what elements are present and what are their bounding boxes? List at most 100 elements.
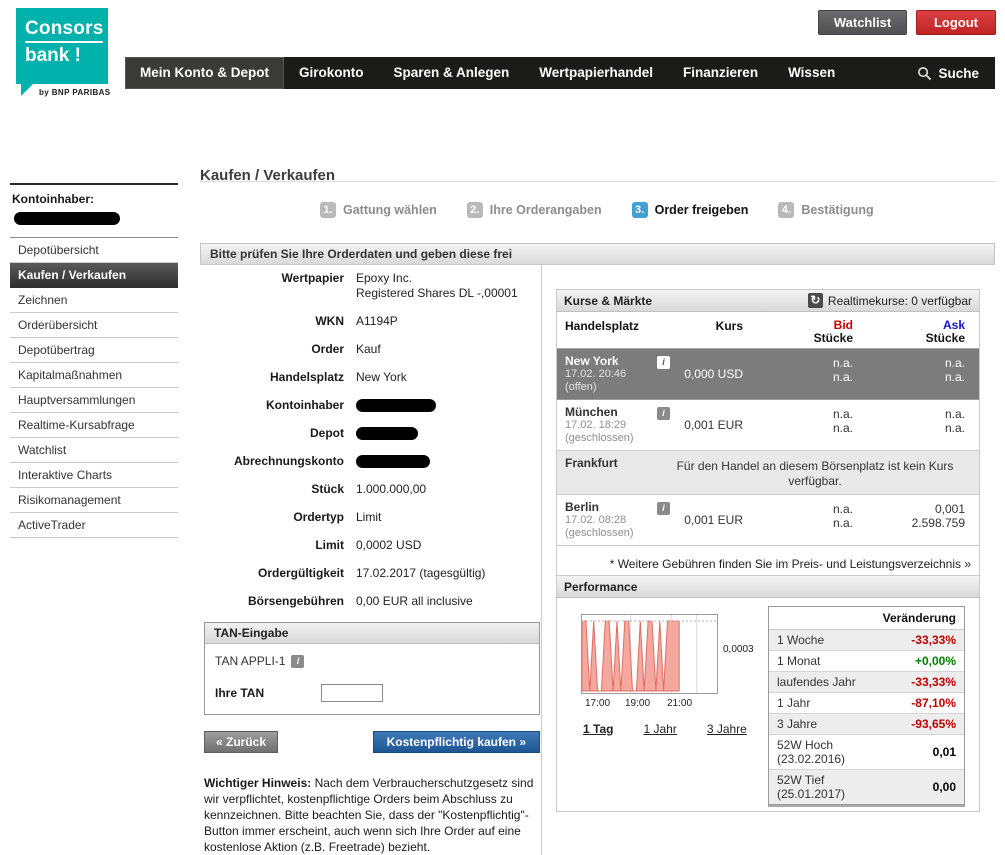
x-tick: 19:00 [625, 698, 650, 709]
nav-item-sparen-anlegen[interactable]: Sparen & Anlegen [378, 57, 524, 89]
field-label: WKN [204, 314, 356, 329]
step-1-label: Gattung wählen [343, 203, 437, 217]
title-divider [200, 181, 995, 182]
field-label: Depot [204, 426, 356, 441]
field-limit: Limit 0,0002 USD [204, 538, 540, 553]
perf-row-1-woche: 1 Woche -33,33% [769, 630, 964, 651]
notice-bold-lead: Wichtiger Hinweis: [204, 776, 311, 790]
important-notice: Wichtiger Hinweis: Nach dem Verbrauchers… [204, 775, 540, 855]
sidebar-item-kapitalmassnahmen[interactable]: Kapitalmaßnahmen [10, 363, 178, 388]
sidebar-item-depotuebersicht[interactable]: Depotübersicht [10, 238, 178, 263]
field-handelsplatz: Handelsplatz New York [204, 370, 540, 385]
tan-input[interactable] [321, 684, 383, 702]
quote-datetime: 17.02. 08:28 [565, 514, 657, 527]
section-header: Bitte prüfen Sie Ihre Orderdaten und geb… [200, 243, 995, 265]
perf-label: 52W Hoch [777, 738, 833, 752]
step-1-gattung-waehlen: 1. Gattung wählen [320, 202, 437, 218]
sidebar-item-watchlist[interactable]: Watchlist [10, 438, 178, 463]
quote-row-berlin[interactable]: Berlin 17.02. 08:28 (geschlossen) i 0,00… [557, 495, 979, 546]
quote-price: 0,000 USD [679, 367, 759, 381]
ask-stuecke-label: Stücke [926, 331, 965, 345]
quote-status: (offen) [565, 381, 657, 394]
quote-row-muenchen[interactable]: München 17.02. 18:29 (geschlossen) i 0,0… [557, 400, 979, 451]
perf-row-1-monat: 1 Monat +0,00% [769, 651, 964, 672]
info-icon[interactable]: i [657, 407, 670, 420]
ask-size: 2.598.759 [859, 516, 965, 530]
nav-item-girokonto[interactable]: Girokonto [284, 57, 379, 89]
step-3-number: 3. [632, 202, 648, 218]
info-icon[interactable]: i [657, 356, 670, 369]
performance-table: Veränderung 1 Woche -33,33% 1 Monat +0,0… [768, 606, 965, 805]
perf-value: -93,65% [911, 717, 956, 731]
quote-datetime: 17.02. 20:46 [565, 368, 657, 381]
performance-title: Performance [564, 580, 637, 594]
sidebar-item-hauptversammlungen[interactable]: Hauptversammlungen [10, 388, 178, 413]
quote-status: (geschlossen) [565, 527, 657, 540]
bid-size: n.a. [759, 421, 853, 435]
field-label: Ordergültigkeit [204, 566, 356, 581]
buy-with-costs-button[interactable]: Kostenpflichtig kaufen » [373, 731, 540, 753]
field-abrechnungskonto: Abrechnungskonto [204, 454, 540, 469]
bid-price: n.a. [759, 356, 853, 370]
nav-item-wertpapierhandel[interactable]: Wertpapierhandel [524, 57, 668, 89]
search-button[interactable]: Suche [917, 57, 995, 89]
bid-price: n.a. [759, 407, 853, 421]
ask-size: n.a. [859, 421, 965, 435]
period-1-jahr[interactable]: 1 Jahr [643, 722, 676, 736]
field-value: 0,00 EUR all inclusive [356, 594, 540, 609]
quote-row-new-york[interactable]: New York 17.02. 20:46 (offen) i 0,000 US… [557, 349, 979, 400]
quote-row-frankfurt[interactable]: Frankfurt Für den Handel an diesem Börse… [557, 451, 979, 495]
nav-item-wissen[interactable]: Wissen [773, 57, 850, 89]
logo-text-line2: bank ! [25, 45, 99, 67]
watchlist-button[interactable]: Watchlist [818, 10, 907, 35]
nav-item-finanzieren[interactable]: Finanzieren [668, 57, 773, 89]
perf-row-3-jahre: 3 Jahre -93,65% [769, 714, 964, 735]
field-label: Ordertyp [204, 510, 356, 525]
logout-button[interactable]: Logout [916, 10, 996, 35]
perf-row-52w-hoch: 52W Hoch (23.02.2016) 0,01 [769, 735, 964, 770]
ask-price: 0,001 [859, 502, 965, 516]
tan-input-label: Ihre TAN [215, 686, 293, 700]
perf-value: +0,00% [915, 654, 956, 668]
field-value: 0,0002 USD [356, 538, 540, 553]
back-button[interactable]: « Zurück [204, 731, 278, 753]
step-4-bestaetigung: 4. Bestätigung [778, 202, 873, 218]
consorsbank-logo[interactable]: Consors bank ! by BNP PARIBAS [16, 8, 136, 97]
logo-speech-tail [21, 84, 33, 96]
sidebar-item-realtime-kursabfrage[interactable]: Realtime-Kursabfrage [10, 413, 178, 438]
sidebar-item-depotuebertrag[interactable]: Depotübertrag [10, 338, 178, 363]
perf-value: -87,10% [911, 696, 956, 710]
refresh-icon[interactable]: ↻ [808, 293, 823, 308]
nav-item-mein-konto-depot[interactable]: Mein Konto & Depot [125, 57, 284, 89]
field-boersengebuehren: Börsengebühren 0,00 EUR all inclusive [204, 594, 540, 609]
sidebar-item-interaktive-charts[interactable]: Interaktive Charts [10, 463, 178, 488]
field-value: 17.02.2017 (tagesgültig) [356, 566, 540, 581]
column-divider [541, 265, 542, 855]
order-summary: Wertpapier Epoxy Inc. Registered Shares … [204, 271, 540, 855]
field-label: Kontoinhaber [204, 398, 356, 413]
realtime-quotes-label: Realtimekurse: 0 verfügbar [828, 294, 972, 308]
period-3-jahre[interactable]: 3 Jahre [707, 722, 747, 736]
chart-price-label: 0,0003 [723, 644, 754, 655]
perf-value: 0,01 [933, 745, 956, 759]
info-icon[interactable]: i [291, 655, 304, 668]
fees-footnote-link[interactable]: * Weitere Gebühren finden Sie im Preis- … [565, 556, 971, 573]
quote-datetime: 17.02. 18:29 [565, 419, 657, 432]
sidebar-item-orderuebersicht[interactable]: Orderübersicht [10, 313, 178, 338]
bid-size: n.a. [759, 516, 853, 530]
field-value: Kauf [356, 342, 540, 357]
period-1-tag[interactable]: 1 Tag [583, 722, 613, 736]
field-value: A1194P [356, 314, 540, 329]
field-label: Order [204, 342, 356, 357]
field-wkn: WKN A1194P [204, 314, 540, 329]
field-value: New York [356, 370, 540, 385]
perf-label: laufendes Jahr [777, 675, 856, 689]
tan-box-header: TAN-Eingabe [205, 623, 539, 644]
sidebar-item-activetrader[interactable]: ActiveTrader [10, 513, 178, 538]
step-4-label: Bestätigung [801, 203, 873, 217]
quote-status: (geschlossen) [565, 432, 657, 445]
sidebar-item-risikomanagement[interactable]: Risikomanagement [10, 488, 178, 513]
sidebar-item-zeichnen[interactable]: Zeichnen [10, 288, 178, 313]
info-icon[interactable]: i [657, 502, 670, 515]
sidebar-item-kaufen-verkaufen[interactable]: Kaufen / Verkaufen [10, 263, 178, 288]
